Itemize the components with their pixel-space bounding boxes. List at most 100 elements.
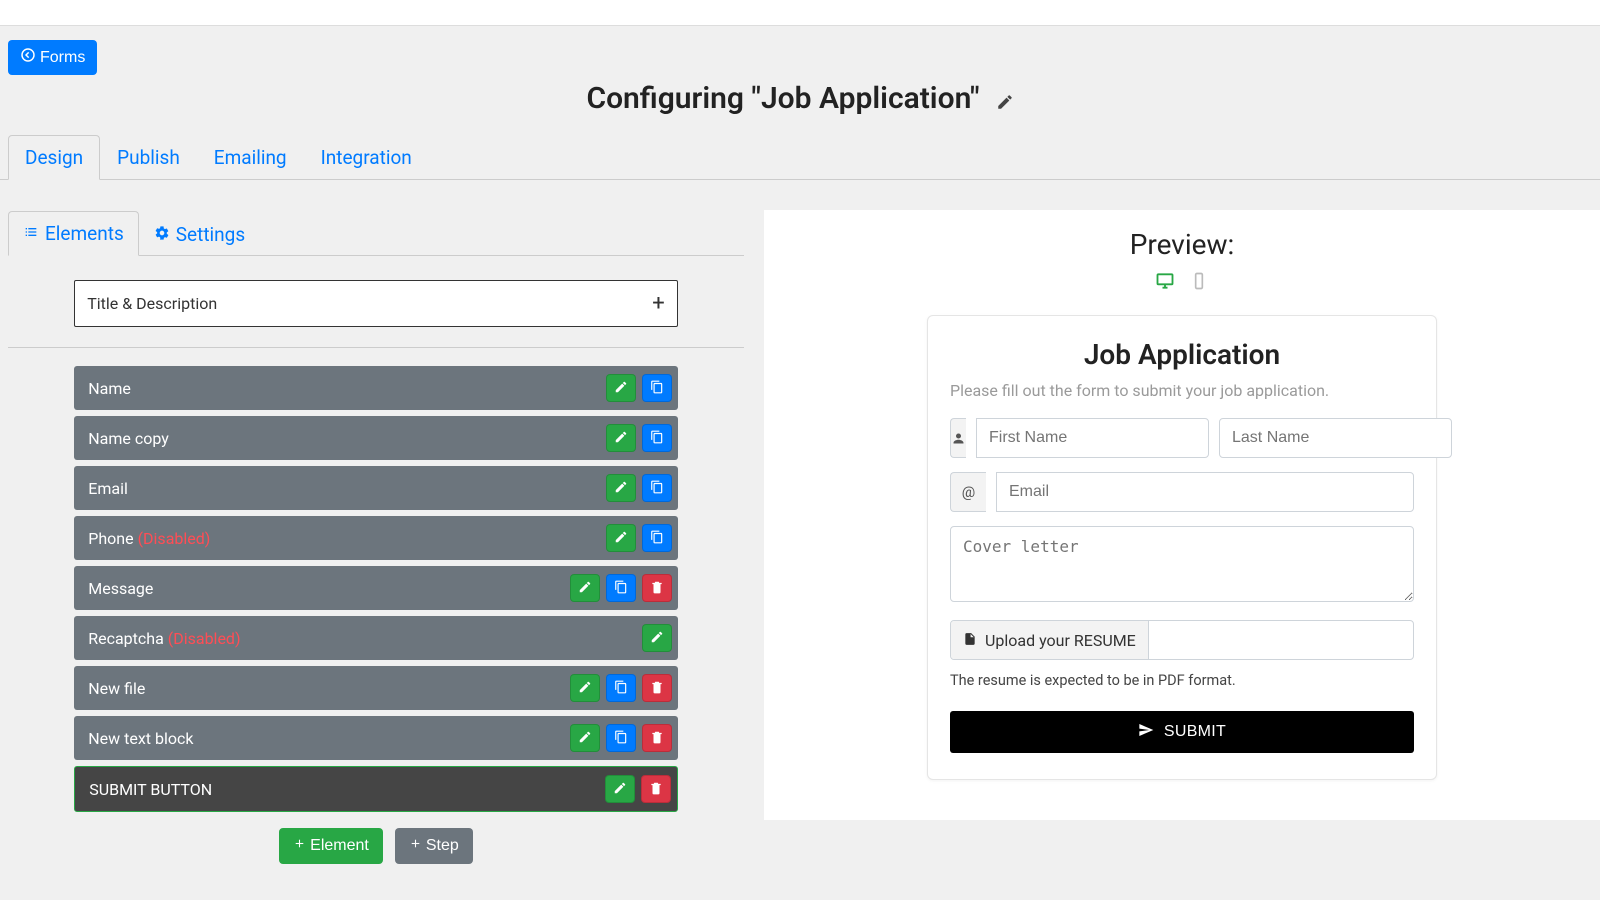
edit-button[interactable] bbox=[606, 474, 636, 502]
first-name-input[interactable] bbox=[976, 418, 1209, 458]
copy-button[interactable] bbox=[642, 424, 672, 452]
add-step-button[interactable]: Step bbox=[395, 828, 473, 864]
copy-icon bbox=[614, 729, 628, 748]
copy-button[interactable] bbox=[606, 574, 636, 602]
delete-button[interactable] bbox=[642, 724, 672, 752]
subtab-settings-label: Settings bbox=[176, 223, 245, 246]
delete-icon bbox=[650, 679, 664, 698]
element-row[interactable]: Recaptcha (Disabled) bbox=[74, 616, 678, 660]
section-divider bbox=[8, 347, 744, 348]
edit-icon bbox=[613, 780, 627, 799]
tab-publish[interactable]: Publish bbox=[100, 135, 197, 180]
paper-plane-icon bbox=[1138, 722, 1154, 743]
form-description: Please fill out the form to submit your … bbox=[950, 381, 1414, 400]
copy-button[interactable] bbox=[606, 674, 636, 702]
upload-resume-field[interactable]: Upload your RESUME bbox=[950, 620, 1414, 660]
subtab-settings[interactable]: Settings bbox=[139, 211, 260, 256]
element-label: Name bbox=[88, 379, 131, 398]
upload-label-text: Upload your RESUME bbox=[985, 631, 1136, 650]
edit-button[interactable] bbox=[606, 424, 636, 452]
preview-mobile-button[interactable] bbox=[1188, 271, 1210, 295]
copy-icon bbox=[614, 579, 628, 598]
subtab-elements[interactable]: Elements bbox=[8, 211, 139, 256]
row-actions bbox=[606, 474, 672, 502]
element-label: Email bbox=[88, 479, 128, 498]
copy-button[interactable] bbox=[642, 374, 672, 402]
element-row[interactable]: Name bbox=[74, 366, 678, 410]
edit-button[interactable] bbox=[606, 524, 636, 552]
copy-button[interactable] bbox=[606, 724, 636, 752]
copy-button[interactable] bbox=[642, 524, 672, 552]
delete-button[interactable] bbox=[642, 574, 672, 602]
edit-icon bbox=[614, 529, 628, 548]
title-description-label: Title & Description bbox=[87, 294, 217, 313]
title-description-panel[interactable]: Title & Description + bbox=[74, 280, 678, 327]
element-row[interactable]: Name copy bbox=[74, 416, 678, 460]
forms-back-button[interactable]: Forms bbox=[8, 40, 97, 75]
element-label: SUBMIT BUTTON bbox=[89, 780, 212, 799]
edit-button[interactable] bbox=[570, 574, 600, 602]
edit-button[interactable] bbox=[642, 624, 672, 652]
element-label: Message bbox=[88, 579, 153, 598]
edit-button[interactable] bbox=[570, 724, 600, 752]
delete-icon bbox=[650, 729, 664, 748]
preview-submit-button[interactable]: SUBMIT bbox=[950, 711, 1414, 753]
person-icon bbox=[950, 418, 966, 458]
edit-button[interactable] bbox=[606, 374, 636, 402]
row-actions bbox=[606, 424, 672, 452]
element-row[interactable]: Email bbox=[74, 466, 678, 510]
element-row[interactable]: New file bbox=[74, 666, 678, 710]
copy-icon bbox=[650, 429, 664, 448]
plus-icon bbox=[409, 837, 422, 855]
form-title: Job Application bbox=[950, 338, 1414, 371]
delete-button[interactable] bbox=[641, 775, 671, 803]
element-label: Phone (Disabled) bbox=[88, 529, 210, 548]
row-actions bbox=[605, 775, 671, 803]
add-element-label: Element bbox=[310, 837, 369, 855]
disabled-tag: (Disabled) bbox=[168, 629, 241, 648]
disabled-tag: (Disabled) bbox=[138, 529, 211, 548]
edit-icon bbox=[650, 629, 664, 648]
preview-heading: Preview: bbox=[804, 228, 1560, 261]
edit-button[interactable] bbox=[605, 775, 635, 803]
preview-desktop-button[interactable] bbox=[1154, 271, 1176, 295]
edit-icon bbox=[614, 379, 628, 398]
copy-icon bbox=[614, 679, 628, 698]
tab-design[interactable]: Design bbox=[8, 135, 100, 180]
sub-tabs: Elements Settings bbox=[8, 210, 744, 256]
element-label: Name copy bbox=[88, 429, 169, 448]
edit-title-button[interactable] bbox=[996, 93, 1014, 115]
top-blank-bar bbox=[0, 0, 1600, 26]
page-title: Configuring "Job Application" bbox=[586, 81, 979, 116]
row-actions bbox=[606, 374, 672, 402]
element-label: New file bbox=[88, 679, 145, 698]
gear-icon bbox=[154, 223, 170, 246]
element-row[interactable]: New text block bbox=[74, 716, 678, 760]
copy-button[interactable] bbox=[642, 474, 672, 502]
copy-icon bbox=[650, 529, 664, 548]
plus-icon bbox=[293, 837, 306, 855]
edit-button[interactable] bbox=[570, 674, 600, 702]
edit-icon bbox=[614, 479, 628, 498]
element-row[interactable]: Message bbox=[74, 566, 678, 610]
element-row[interactable]: SUBMIT BUTTON bbox=[74, 766, 678, 812]
preview-submit-label: SUBMIT bbox=[1164, 723, 1226, 741]
element-row[interactable]: Phone (Disabled) bbox=[74, 516, 678, 560]
delete-icon bbox=[650, 579, 664, 598]
tab-emailing[interactable]: Emailing bbox=[197, 135, 304, 180]
email-input[interactable] bbox=[996, 472, 1414, 512]
file-icon bbox=[963, 631, 977, 650]
cover-letter-textarea[interactable] bbox=[950, 526, 1414, 602]
at-icon: @ bbox=[950, 472, 986, 512]
add-step-label: Step bbox=[426, 837, 459, 855]
element-label: Recaptcha (Disabled) bbox=[88, 629, 240, 648]
add-element-button[interactable]: Element bbox=[279, 828, 383, 864]
last-name-input[interactable] bbox=[1219, 418, 1452, 458]
delete-button[interactable] bbox=[642, 674, 672, 702]
preview-card: Job Application Please fill out the form… bbox=[927, 315, 1437, 780]
edit-icon bbox=[578, 729, 592, 748]
tab-integration[interactable]: Integration bbox=[304, 135, 429, 180]
subtab-elements-label: Elements bbox=[45, 222, 124, 245]
edit-icon bbox=[578, 679, 592, 698]
copy-icon bbox=[650, 479, 664, 498]
